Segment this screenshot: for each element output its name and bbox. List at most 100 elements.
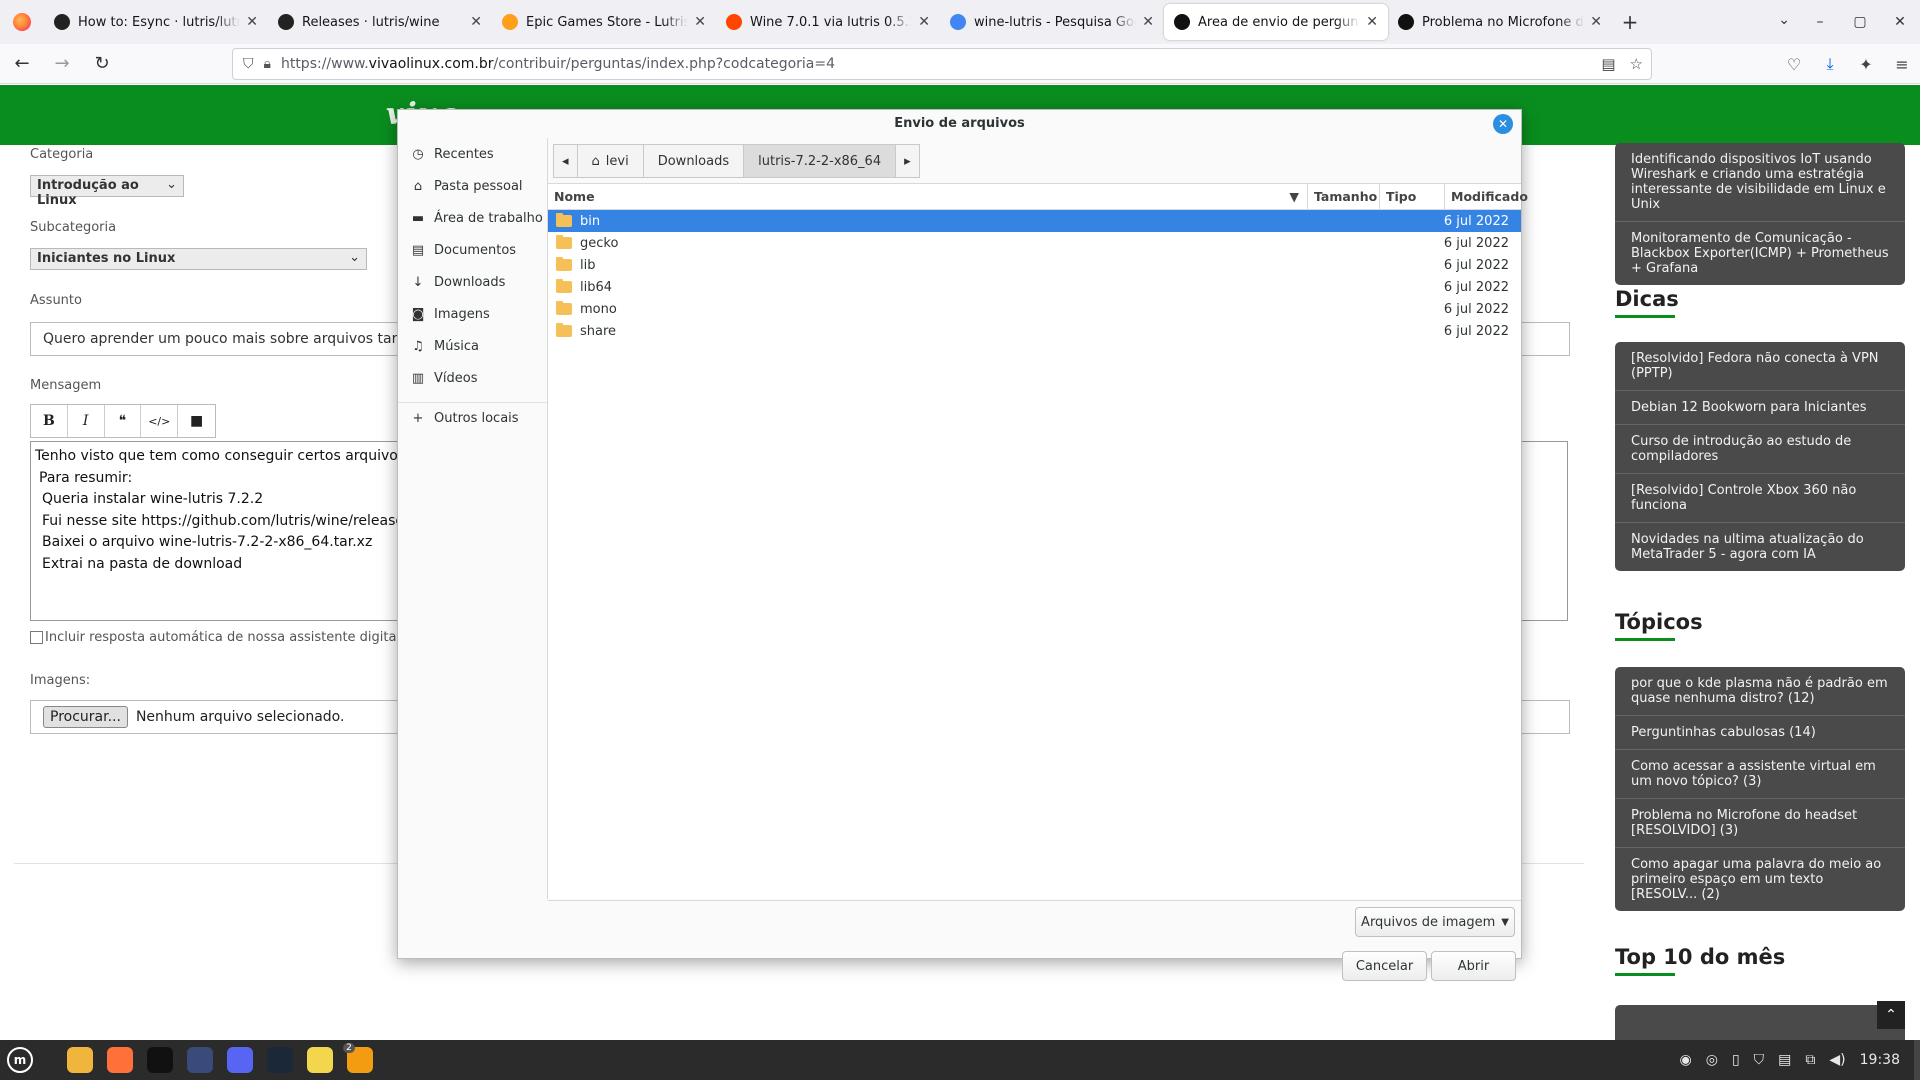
subcategoria-select[interactable]: Iniciantes no Linux ⌄ <box>30 248 367 270</box>
path-downloads-button[interactable]: Downloads <box>642 144 745 178</box>
browser-tab[interactable]: Wine 7.0.1 via lutris 0.5.12 s ✕ <box>716 4 940 40</box>
place-imagens[interactable]: ◙ Imagens <box>398 298 547 330</box>
show-desktop-button[interactable] <box>1914 1040 1920 1080</box>
firefox-icon[interactable] <box>100 1040 140 1080</box>
place-outros-locais[interactable]: + Outros locais <box>398 402 547 434</box>
place-recentes[interactable]: ◷ Recentes <box>398 138 547 170</box>
extensions-icon[interactable]: ✦ <box>1848 55 1884 74</box>
forward-icon[interactable]: → <box>44 46 80 82</box>
firefox-icon[interactable] <box>0 0 44 44</box>
network-icon[interactable]: ⧉ <box>1805 1052 1815 1068</box>
discord-tray-icon[interactable]: ◉ <box>1680 1052 1692 1068</box>
path-current-button[interactable]: lutris-7.2-2-x86_64 <box>743 144 897 178</box>
clipboard-icon[interactable]: ▯ <box>1732 1052 1740 1068</box>
cancel-button[interactable]: Cancelar <box>1342 951 1427 981</box>
list-item[interactable]: [Resolvido] Fedora não conecta à VPN (PP… <box>1615 342 1905 391</box>
path-home-button[interactable]: ⌂ levi <box>576 144 644 178</box>
column-nome[interactable]: Nome ▼ <box>548 184 1308 209</box>
list-item[interactable]: por que o kde plasma não é padrão em qua… <box>1615 667 1905 716</box>
categoria-select[interactable]: Introdução ao Linux ⌄ <box>30 175 184 208</box>
path-forward-chevron-icon[interactable]: ▸ <box>895 144 920 178</box>
lock-icon[interactable]: 🔒︎ <box>264 56 271 72</box>
terminal-icon[interactable] <box>140 1040 180 1080</box>
menu-icon[interactable]: ≡ <box>1884 55 1920 74</box>
list-item[interactable]: Debian 12 Bookworn para Iniciantes <box>1615 391 1905 425</box>
italic-button[interactable]: I <box>68 405 105 437</box>
list-item[interactable]: Problema no Microfone do headset [RESOLV… <box>1615 799 1905 848</box>
tab-list-chevron-icon[interactable]: ⌄ <box>1778 12 1790 28</box>
place-música[interactable]: ♫ Música <box>398 330 547 362</box>
list-item[interactable]: Como acessar a assistente virtual em um … <box>1615 750 1905 799</box>
browser-tab[interactable]: How to: Esync · lutris/lutris ✕ <box>44 4 268 40</box>
tab-close-icon[interactable]: ✕ <box>1366 14 1378 30</box>
table-row[interactable]: share 6 jul 2022 <box>548 320 1521 342</box>
list-item[interactable]: [Resolvido] Controle Xbox 360 não funcio… <box>1615 474 1905 523</box>
browse-button[interactable]: Procurar... <box>43 706 128 728</box>
pocket-icon[interactable]: ♡ <box>1776 55 1812 74</box>
file-filter-select[interactable]: Arquivos de imagem ▼ <box>1355 907 1515 937</box>
close-window-icon[interactable]: ✕ <box>1880 14 1920 30</box>
column-tipo[interactable]: Tipo <box>1380 184 1445 209</box>
table-row[interactable]: bin 6 jul 2022 <box>548 210 1521 232</box>
scroll-top-button[interactable]: ⌃ <box>1877 1001 1905 1029</box>
url-bar[interactable]: ⛉ 🔒︎ https://www.vivaolinux.com.br/contr… <box>232 48 1652 80</box>
new-tab-button[interactable]: + <box>1612 10 1648 34</box>
list-item[interactable]: Identificando dispositivos IoT usando Wi… <box>1615 143 1905 222</box>
table-row[interactable]: gecko 6 jul 2022 <box>548 232 1521 254</box>
shield-tray-icon[interactable]: ⛉ <box>1754 1052 1765 1068</box>
back-icon[interactable]: ← <box>4 46 40 82</box>
place-vídeos[interactable]: ▥ Vídeos <box>398 362 547 394</box>
steam-icon[interactable] <box>260 1040 300 1080</box>
tab-close-icon[interactable]: ✕ <box>1590 14 1602 30</box>
notes-icon[interactable] <box>300 1040 340 1080</box>
steam-tray-icon[interactable]: ◎ <box>1706 1052 1718 1068</box>
browser-tab[interactable]: Releases · lutris/wine ✕ <box>268 4 492 40</box>
reload-icon[interactable]: ↻ <box>84 46 120 82</box>
bold-button[interactable]: B <box>31 405 68 437</box>
tab-close-icon[interactable]: ✕ <box>1142 14 1154 30</box>
browser-tab[interactable]: Epic Games Store - Lutris ✕ <box>492 4 716 40</box>
tab-close-icon[interactable]: ✕ <box>246 14 258 30</box>
downloads-icon[interactable]: ⤓ <box>1812 54 1848 74</box>
list-item[interactable]: Monitoramento de Comunicação - Blackbox … <box>1615 222 1905 285</box>
list-item[interactable]: Novidades na ultima atualização do MetaT… <box>1615 523 1905 571</box>
list-item[interactable]: Curso de introdução ao estudo de compila… <box>1615 425 1905 474</box>
list-item[interactable]: Como apagar uma palavra do meio ao prime… <box>1615 848 1905 911</box>
notes-tray-icon[interactable]: ▤ <box>1778 1052 1791 1068</box>
tab-close-icon[interactable]: ✕ <box>694 14 706 30</box>
table-row[interactable]: mono 6 jul 2022 <box>548 298 1521 320</box>
tab-close-icon[interactable]: ✕ <box>470 14 482 30</box>
video-button[interactable]: ■ <box>178 405 215 437</box>
browser-tab[interactable]: wine-lutris - Pesquisa Google ✕ <box>940 4 1164 40</box>
start-menu-icon[interactable]: m <box>0 1040 40 1080</box>
auto-reply-checkbox-row[interactable]: Incluir resposta automática de nossa ass… <box>30 630 400 645</box>
place-downloads[interactable]: ↓ Downloads <box>398 266 547 298</box>
open-button[interactable]: Abrir <box>1431 951 1516 981</box>
close-icon[interactable]: ✕ <box>1493 114 1513 134</box>
list-item[interactable]: Perguntinhas cabulosas (14) <box>1615 716 1905 750</box>
shield-icon[interactable]: ⛉ <box>243 56 254 72</box>
bookmark-star-icon[interactable]: ☆ <box>1630 55 1643 73</box>
place-pasta-pessoal[interactable]: ⌂ Pasta pessoal <box>398 170 547 202</box>
place-área-de-trabalho[interactable]: ▬ Área de trabalho <box>398 202 547 234</box>
quote-button[interactable]: ❝ <box>105 405 142 437</box>
clock[interactable]: 19:38 <box>1860 1052 1900 1068</box>
volume-icon[interactable]: ◀) <box>1829 1052 1845 1068</box>
lutris-icon[interactable] <box>180 1040 220 1080</box>
maximize-icon[interactable]: ▢ <box>1840 14 1880 30</box>
place-documentos[interactable]: ▤ Documentos <box>398 234 547 266</box>
files-icon[interactable] <box>60 1040 100 1080</box>
vlc-icon[interactable]: 2 <box>340 1040 380 1080</box>
discord-icon[interactable] <box>220 1040 260 1080</box>
path-back-chevron-icon[interactable]: ◂ <box>553 144 578 178</box>
auto-reply-checkbox[interactable] <box>30 631 43 644</box>
browser-tab[interactable]: Área de envio de perguntas ✕ <box>1164 4 1388 40</box>
column-tamanho[interactable]: Tamanho <box>1308 184 1380 209</box>
tab-close-icon[interactable]: ✕ <box>918 14 930 30</box>
table-row[interactable]: lib 6 jul 2022 <box>548 254 1521 276</box>
table-row[interactable]: lib64 6 jul 2022 <box>548 276 1521 298</box>
minimize-icon[interactable]: – <box>1800 14 1840 30</box>
code-button[interactable]: </> <box>141 405 179 437</box>
reader-view-icon[interactable]: ▤ <box>1601 55 1615 73</box>
column-modificado[interactable]: Modificado <box>1445 184 1528 209</box>
